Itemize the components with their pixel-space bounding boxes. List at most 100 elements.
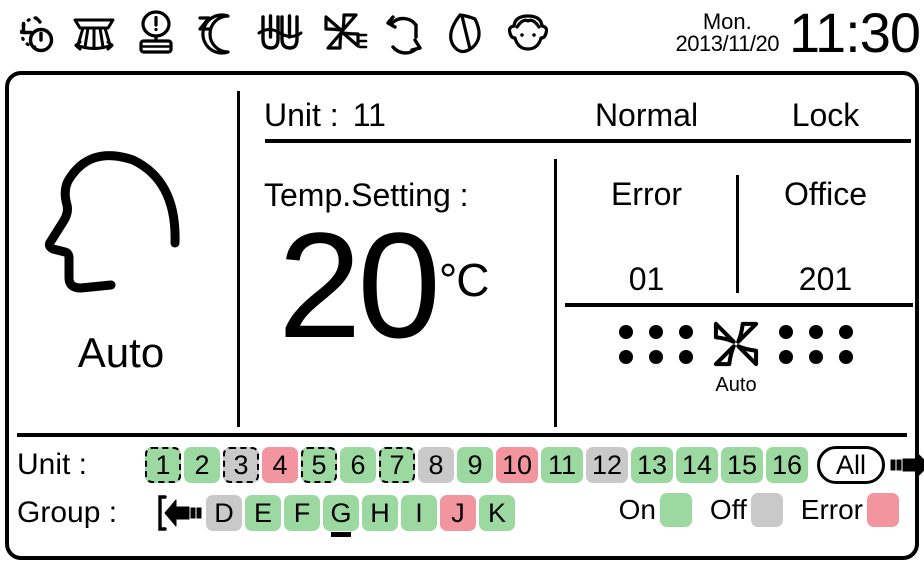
temperature-column[interactable]: Unit :11 Temp.Setting : 20 °C (254, 75, 554, 435)
group-cell[interactable]: D (206, 495, 242, 531)
fan-dot (809, 349, 823, 364)
status-icon-group (0, 7, 554, 59)
group-cell[interactable]: K (479, 495, 515, 531)
fan-speed-block[interactable]: Auto (557, 315, 915, 397)
unit-cell[interactable]: 12 (586, 447, 628, 483)
rotation-cycle-icon (378, 7, 430, 59)
group-cell[interactable]: J (440, 495, 476, 531)
fan-speed-row (619, 315, 853, 373)
clock-block: Mon. 2013/11/20 11:30 (675, 0, 921, 66)
unit-cell[interactable]: 13 (631, 447, 673, 483)
group-cell[interactable]: H (362, 495, 398, 531)
legend-item: Off (710, 493, 783, 527)
eco-leaf-icon (440, 7, 492, 59)
unit-cell-list: 1 2 3 4 5 6 7 8 9 10 11 12 13 14 15 16 (145, 447, 811, 483)
status-row: Normal Lock (557, 97, 915, 134)
unit-selector-row: Unit : 1 2 3 4 5 6 7 8 9 10 11 12 13 14 15 16 All (17, 443, 924, 487)
fan-dot (779, 349, 793, 364)
divider-fan (565, 303, 913, 307)
fan-icon (316, 7, 368, 59)
unit-cell[interactable]: 2 (184, 447, 220, 483)
unit-cell[interactable]: 8 (418, 447, 454, 483)
unit-row-label: Unit : (17, 448, 88, 481)
fan-dots-left (619, 324, 693, 364)
info-column: Normal Lock Error 01 Office 201 Auto (557, 75, 915, 435)
unit-cell[interactable]: 4 (262, 447, 298, 483)
status-bar: Mon. 2013/11/20 11:30 (0, 0, 924, 66)
fan-dot (839, 349, 853, 364)
unit-info: Unit : 11 (264, 97, 386, 134)
fan-dot (649, 349, 663, 364)
group-row-label: Group : (17, 496, 118, 529)
unit-cell[interactable]: 5 (301, 447, 337, 483)
fan-dot (679, 349, 693, 364)
group-cell[interactable]: F (284, 495, 320, 531)
lock-status: Lock (791, 97, 860, 133)
mode-column[interactable]: Auto (9, 75, 233, 435)
mode-label: Auto (77, 329, 165, 376)
arrow-right-icon[interactable] (889, 447, 924, 483)
legend: On Off Error (619, 493, 899, 527)
fan-dot (679, 324, 693, 339)
lower-section: Unit : 1 2 3 4 5 6 7 8 9 10 11 12 13 14 15 16 All (9, 439, 924, 560)
unit-cell[interactable]: 15 (721, 447, 763, 483)
legend-swatch (659, 493, 692, 527)
temp-value: 20 (278, 201, 441, 369)
zone-label: Office (784, 176, 867, 212)
ventilation-icon (254, 7, 306, 59)
unit-cell[interactable]: 7 (379, 447, 415, 483)
unit-cell[interactable]: 3 (223, 447, 259, 483)
legend-swatch (750, 493, 783, 527)
zone-value: 201 (798, 261, 853, 297)
group-selector-row: Group : DEFGHIJK (17, 491, 518, 537)
fan-dot (809, 324, 823, 339)
fan-dot (649, 324, 663, 339)
unit-cell[interactable]: 11 (541, 447, 583, 483)
unit-cell[interactable]: 6 (340, 447, 376, 483)
legend-item: Error (801, 493, 899, 527)
legend-label: On (618, 494, 656, 525)
divider-error-zone (736, 175, 739, 293)
group-cell[interactable]: I (401, 495, 437, 531)
legend-label: Off (709, 494, 747, 525)
upper-section: Auto Unit :11 Temp.Setting : 20 °C Norma… (9, 75, 915, 435)
controller-screen: Mon. 2013/11/20 11:30 Auto Unit: 11 Tem… (0, 0, 924, 565)
fan-speed-label: Auto (715, 374, 757, 396)
error-block: Error 01 (557, 170, 736, 310)
time-label: 11:30 (789, 1, 921, 64)
error-label: Error (610, 176, 683, 212)
error-value: 01 (628, 261, 665, 297)
group-cell[interactable]: E (245, 495, 281, 531)
divider-upper-lower (17, 433, 907, 437)
unit-info-label: Unit : (264, 97, 339, 133)
unit-info-value: 11 (352, 97, 386, 133)
group-cell-list: DEFGHIJK (206, 495, 518, 537)
group-cell[interactable]: G (323, 495, 359, 537)
fan-dots-right (779, 324, 853, 364)
fan-icon (707, 315, 765, 373)
zone-block: Office 201 (736, 170, 915, 310)
temp-value-row[interactable]: 20 °C (278, 201, 489, 369)
unit-cell[interactable]: 9 (457, 447, 493, 483)
legend-swatch (867, 493, 899, 527)
legend-label: Error (800, 494, 863, 525)
legend-item: On (619, 493, 692, 527)
fan-dot (619, 324, 633, 339)
divider-mode-temp (237, 91, 240, 427)
main-panel: Auto Unit :11 Temp.Setting : 20 °C Norma… (5, 71, 924, 560)
unit-cell[interactable]: 10 (496, 447, 538, 483)
arrow-left-icon[interactable] (157, 494, 203, 532)
unit-cell[interactable]: 1 (145, 447, 181, 483)
fan-dot (839, 324, 853, 339)
air-swing-louver-icon (68, 7, 120, 59)
unit-cell[interactable]: 14 (676, 447, 718, 483)
filter-alert-icon (130, 7, 182, 59)
date-label: 2013/11/20 (675, 31, 780, 56)
fan-dot (619, 349, 633, 364)
operation-status: Normal (594, 97, 699, 133)
fan-dot (779, 324, 793, 339)
timer-power-icon (6, 7, 58, 59)
all-button[interactable]: All (817, 446, 885, 484)
child-face-icon (502, 7, 554, 59)
unit-cell[interactable]: 16 (766, 447, 808, 483)
